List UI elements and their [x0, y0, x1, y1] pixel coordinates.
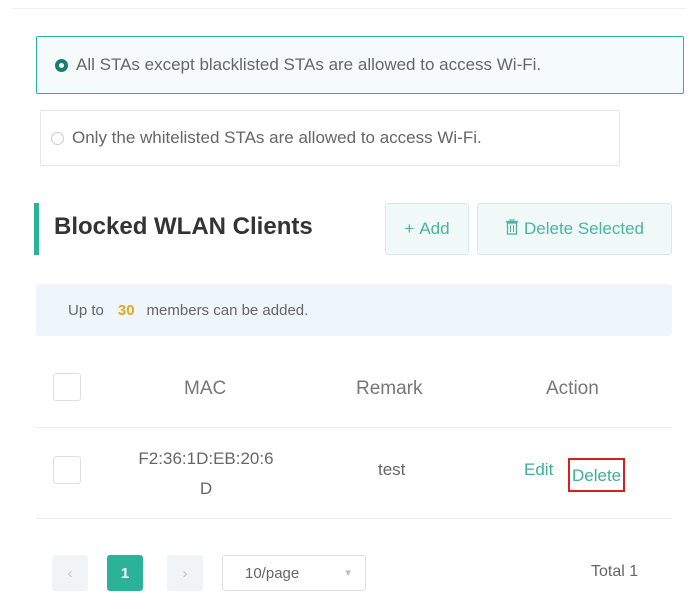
info-prefix: Up to — [68, 301, 104, 319]
row-checkbox[interactable] — [53, 456, 81, 484]
info-suffix: members can be added. — [146, 301, 309, 319]
page-1-button[interactable]: 1 — [107, 555, 143, 591]
plus-icon: + — [404, 219, 415, 238]
radio-option-label: Only the whitelisted STAs are allowed to… — [72, 128, 482, 147]
select-all-checkbox[interactable] — [53, 373, 81, 401]
radio-unchecked-icon — [51, 131, 64, 145]
mac-cell: F2:36:1D:EB:20:6 D — [112, 444, 300, 504]
radio-option-whitelist[interactable]: Only the whitelisted STAs are allowed to… — [40, 110, 620, 166]
radio-option-label: All STAs except blacklisted STAs are all… — [76, 55, 542, 74]
column-header-remark: Remark — [356, 378, 423, 399]
edit-link[interactable]: Edit — [524, 460, 553, 480]
column-header-action: Action — [546, 378, 599, 399]
mac-line-1: F2:36:1D:EB:20:6 — [138, 449, 274, 468]
delete-selected-button[interactable]: Delete Selected — [477, 203, 672, 255]
total-count: Total 1 — [591, 563, 639, 580]
remark-cell: test — [378, 460, 406, 479]
add-button-label: Add — [419, 219, 450, 238]
section-accent-bar — [34, 203, 39, 255]
add-button[interactable]: + Add — [385, 203, 469, 255]
chevron-down-icon: ▾ — [345, 567, 351, 579]
table-row-divider — [36, 518, 672, 519]
chevron-left-icon: ‹ — [67, 564, 73, 582]
table-header-divider — [36, 427, 672, 428]
delete-link[interactable]: Delete — [568, 458, 626, 492]
radio-checked-icon — [55, 58, 68, 72]
page-size-select[interactable]: 10/page ▾ — [222, 555, 366, 591]
trash-icon — [505, 218, 519, 240]
chevron-right-icon: › — [182, 564, 188, 582]
prev-page-button[interactable]: ‹ — [52, 555, 88, 591]
info-banner: Up to 30 members can be added. — [36, 284, 672, 336]
mac-line-2: D — [199, 479, 213, 498]
max-members-count: 30 — [117, 301, 135, 319]
column-header-mac: MAC — [184, 378, 227, 399]
next-page-button[interactable]: › — [167, 555, 203, 591]
page-size-value: 10/page — [245, 564, 300, 582]
section-title: Blocked WLAN Clients — [54, 213, 313, 240]
delete-selected-label: Delete Selected — [523, 219, 645, 238]
radio-option-blacklist[interactable]: All STAs except blacklisted STAs are all… — [36, 36, 684, 94]
